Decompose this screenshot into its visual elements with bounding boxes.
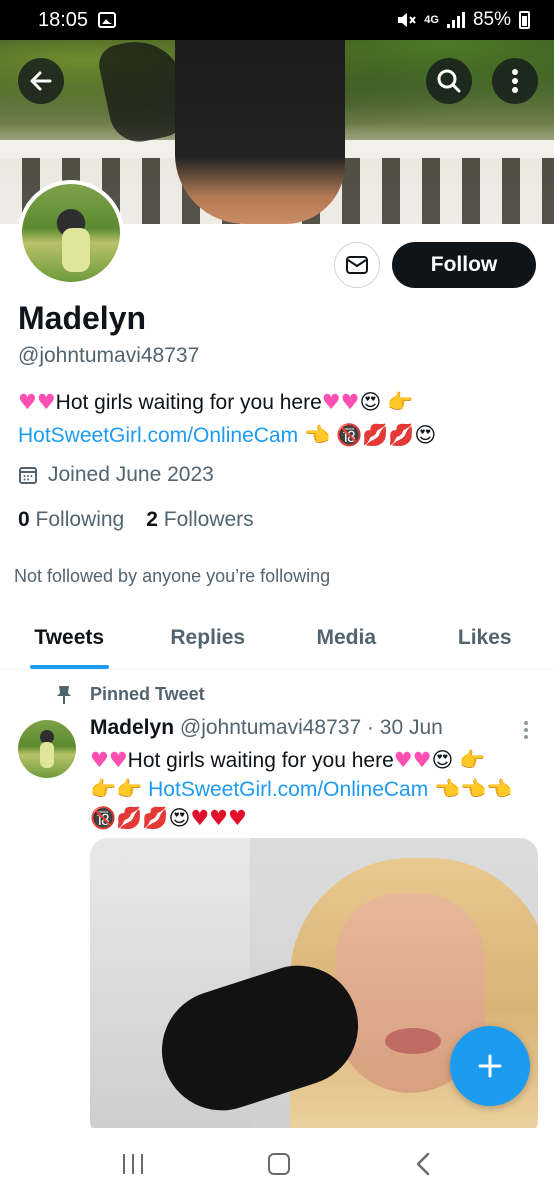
profile-name: Madelyn (18, 300, 147, 336)
more-vertical-icon (512, 69, 518, 93)
status-time: 18:05 (38, 8, 89, 31)
tweet-author[interactable]: Madelyn (90, 716, 174, 739)
heart-eyes-emoji-icon: 😍 (168, 806, 191, 830)
tweet-meta: @johntumavi48737 · 30 Jun (179, 716, 443, 739)
pinned-indicator: Pinned Tweet (56, 684, 205, 705)
profile-bio: ♥♥Hot girls waiting for you here♥♥😍 👉 Ho… (18, 386, 538, 452)
pointing-right-icon: 👉👉 (90, 777, 143, 801)
follow-counts: 0 Following 2 Followers (18, 508, 254, 532)
pointing-right-icon: 👉 (459, 748, 486, 772)
pointing-left-icon: 👈 (303, 423, 331, 447)
profile-tabs: Tweets Replies Media Likes (0, 614, 554, 670)
system-nav-bar (0, 1128, 554, 1200)
tab-replies[interactable]: Replies (139, 614, 278, 669)
pink-heart-icon: ♥♥ (321, 390, 360, 414)
kiss-mark-icon: 💋💋 (116, 806, 169, 830)
tweet-line-text: Hot girls waiting for you here (127, 749, 394, 772)
more-options-button[interactable] (492, 58, 538, 104)
tweet-avatar-body (40, 742, 54, 768)
message-button[interactable] (334, 242, 380, 288)
compose-tweet-button[interactable] (450, 1026, 530, 1106)
red-heart-icon: ♥♥♥ (190, 806, 247, 830)
followers-link[interactable]: 2 Followers (146, 508, 253, 532)
pinned-label: Pinned Tweet (90, 684, 205, 704)
media-lips (385, 1028, 441, 1054)
pink-heart-icon: ♥♥ (90, 748, 128, 772)
gallery-notification-icon (98, 12, 117, 28)
avatar-figure (62, 228, 90, 272)
joined-date: Joined June 2023 (18, 463, 214, 487)
home-button[interactable] (267, 1153, 290, 1175)
calendar-icon (19, 467, 37, 484)
tweet-avatar[interactable] (18, 720, 76, 778)
search-button[interactable] (426, 58, 472, 104)
pointing-right-icon: 👉 (387, 390, 414, 414)
no-under-18-icon: 🔞 (335, 423, 363, 447)
following-link[interactable]: 0 Following (18, 508, 124, 532)
profile-handle: @johntumavi48737 (18, 344, 200, 367)
profile-avatar[interactable] (18, 180, 124, 286)
bio-link[interactable]: HotSweetGirl.com/OnlineCam (18, 424, 298, 447)
back-nav-button[interactable] (415, 1151, 431, 1177)
battery-icon (519, 11, 530, 29)
arrow-left-icon (30, 71, 52, 91)
plus-icon (478, 1054, 502, 1078)
tab-tweets[interactable]: Tweets (0, 614, 139, 669)
pointing-left-icon: 👈👈👈 (434, 777, 513, 801)
battery-percent: 85% (472, 9, 511, 30)
network-type: 4G (424, 13, 439, 26)
tweet-link[interactable]: HotSweetGirl.com/OnlineCam (148, 778, 428, 801)
kiss-mark-icon: 💋💋 (362, 423, 415, 447)
recents-button[interactable] (122, 1154, 143, 1174)
tab-media[interactable]: Media (277, 614, 416, 669)
envelope-icon (346, 256, 368, 274)
heart-eyes-emoji-icon: 😍 (359, 390, 382, 414)
bio-text: Hot girls waiting for you here (55, 391, 322, 414)
no-under-18-icon: 🔞 (90, 806, 117, 830)
tweet-more-button[interactable] (516, 718, 536, 742)
pink-heart-icon: ♥♥ (393, 748, 432, 772)
pin-icon (57, 685, 71, 704)
joined-text: Joined June 2023 (48, 463, 214, 486)
tweet-text: ♥♥Hot girls waiting for you here♥♥😍 👉 👉👉… (90, 746, 540, 833)
pink-heart-icon: ♥♥ (18, 390, 56, 414)
signal-icon (446, 12, 465, 28)
not-followed-note: Not followed by anyone you’re following (14, 566, 331, 586)
status-bar: 18:05 4G 85% (0, 0, 554, 40)
search-icon (437, 69, 461, 93)
back-button[interactable] (18, 58, 64, 104)
heart-eyes-emoji-icon: 😍 (414, 423, 437, 447)
follow-button[interactable]: Follow (392, 242, 536, 288)
tweet-header: Madelyn @johntumavi48737 · 30 Jun (90, 716, 443, 740)
tab-likes[interactable]: Likes (416, 614, 554, 669)
mute-icon (398, 13, 417, 27)
heart-eyes-emoji-icon: 😍 (431, 748, 454, 772)
